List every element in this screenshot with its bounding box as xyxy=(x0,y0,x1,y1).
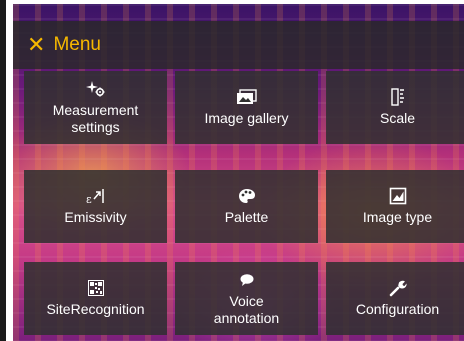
tile-label: SiteRecognition xyxy=(46,301,145,317)
tile-label: Configuration xyxy=(355,301,440,317)
tile-label: Emissivity xyxy=(64,209,127,225)
wrench-icon xyxy=(389,279,407,297)
tile-voice-annotation[interactable]: Voice annotation xyxy=(175,262,318,335)
tile-emissivity[interactable]: ε Emissivity xyxy=(24,170,167,243)
tile-label: Measurement settings xyxy=(52,101,139,135)
svg-text:ε: ε xyxy=(86,193,92,205)
tile-label: Image gallery xyxy=(204,110,289,126)
image-type-icon xyxy=(389,187,407,205)
qr-code-icon xyxy=(87,279,104,297)
tile-image-gallery[interactable]: Image gallery xyxy=(175,71,318,144)
close-icon[interactable]: ✕ xyxy=(27,34,45,56)
left-bezel xyxy=(0,0,6,341)
speech-bubble-icon xyxy=(239,271,255,289)
tile-label: Image type xyxy=(362,209,433,225)
measurement-settings-icon xyxy=(85,80,107,98)
tile-configuration[interactable]: Configuration xyxy=(326,262,464,335)
thermal-background: ✕ Menu Measurement settings Image galler… xyxy=(13,4,464,341)
menu-header: ✕ Menu xyxy=(13,21,464,69)
palette-icon xyxy=(238,187,256,205)
tile-measurement-settings[interactable]: Measurement settings xyxy=(24,71,167,144)
menu-title: Menu xyxy=(53,34,101,55)
tile-site-recognition[interactable]: SiteRecognition xyxy=(24,262,167,335)
tile-label: Voice annotation xyxy=(213,292,280,326)
emissivity-icon: ε xyxy=(85,187,107,205)
image-gallery-icon xyxy=(236,88,258,106)
tile-scale[interactable]: Scale xyxy=(326,71,464,144)
tile-label: Palette xyxy=(224,209,269,225)
scale-icon xyxy=(390,88,405,106)
tile-label: Scale xyxy=(379,110,416,126)
tile-image-type[interactable]: Image type xyxy=(326,170,464,243)
tile-palette[interactable]: Palette xyxy=(175,170,318,243)
